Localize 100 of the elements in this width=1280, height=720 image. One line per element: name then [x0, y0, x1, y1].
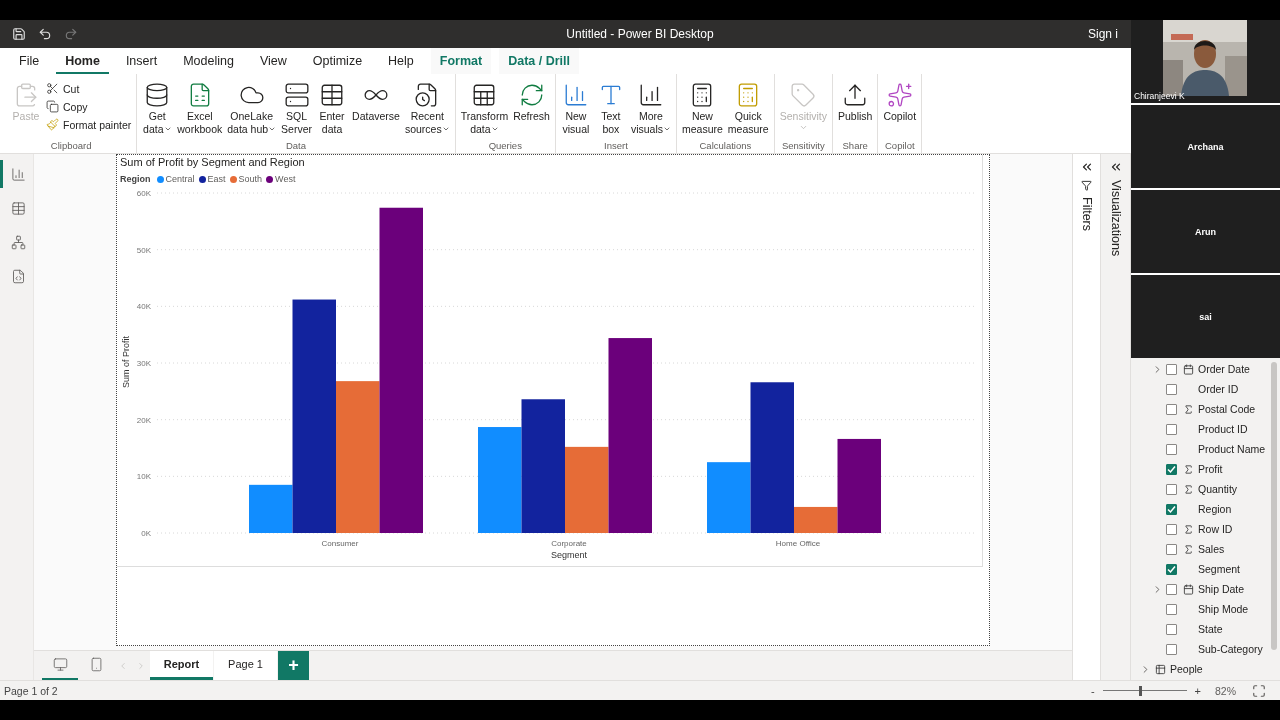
- page-tab[interactable]: Report: [150, 651, 213, 680]
- zoom-out-button[interactable]: -: [1088, 684, 1097, 697]
- chevron-right-icon: [136, 660, 146, 671]
- caret-icon: [268, 125, 277, 133]
- ribbon-button[interactable]: SQL Server: [279, 78, 315, 138]
- category-label: Home Office: [775, 539, 821, 548]
- menu-tab[interactable]: Modeling: [174, 48, 243, 74]
- window-title: Untitled - Power BI Desktop: [566, 27, 714, 41]
- ribbon-button[interactable]: Recent sources: [402, 78, 452, 138]
- ribbon-button[interactable]: Publish: [836, 78, 875, 125]
- paintbrush-icon: [46, 118, 59, 131]
- menu-tab[interactable]: View: [250, 48, 296, 74]
- sigma-icon: [1183, 543, 1194, 555]
- menu-tab[interactable]: Format: [430, 48, 492, 74]
- server-icon: [283, 82, 310, 108]
- ribbon-button[interactable]: Quick measure: [725, 78, 771, 138]
- redo-icon[interactable]: [64, 27, 78, 41]
- axis-tick-label: 10K: [136, 472, 151, 482]
- filter-icon: [1081, 180, 1092, 191]
- menu-tab[interactable]: Insert: [116, 48, 167, 74]
- table-item[interactable]: People: [1131, 659, 1280, 679]
- fit-page-icon[interactable]: [1252, 683, 1266, 698]
- ribbon-button[interactable]: Text box: [593, 78, 628, 138]
- monitor-icon: [52, 657, 68, 672]
- field-item[interactable]: Sales: [1131, 539, 1280, 559]
- axis-tick-label: 30K: [136, 359, 151, 368]
- ribbon-button[interactable]: Copilot: [881, 78, 919, 125]
- scrollbar[interactable]: [1271, 362, 1277, 650]
- group-label: Insert: [603, 140, 629, 153]
- ribbon-button[interactable]: Copy: [44, 98, 134, 115]
- legend-label: Central: [165, 174, 195, 184]
- sign-in-link[interactable]: Sign i: [1087, 27, 1118, 41]
- checkbox[interactable]: [1166, 623, 1177, 635]
- checkbox[interactable]: [1166, 503, 1177, 515]
- field-item[interactable]: Ship Mode: [1131, 599, 1280, 619]
- axis-title: Segment: [551, 550, 587, 560]
- legend-label: East: [207, 174, 226, 184]
- page-tab[interactable]: Page 1: [214, 651, 277, 680]
- zoom-in-button[interactable]: +: [1192, 684, 1203, 697]
- group-label: Copilot: [884, 140, 916, 153]
- ribbon-button[interactable]: Excel workbook: [175, 78, 225, 138]
- ribbon-button[interactable]: Refresh: [511, 78, 552, 125]
- phone-icon: [88, 657, 104, 672]
- ribbon-button[interactable]: Transform data: [458, 78, 511, 138]
- checkbox[interactable]: [1166, 443, 1177, 455]
- menu-tab[interactable]: Optimize: [303, 48, 372, 74]
- field-item[interactable]: Product ID: [1131, 419, 1280, 439]
- menu-tab[interactable]: Data / Drill: [499, 48, 579, 74]
- tag-icon: [790, 82, 817, 108]
- ribbon-button[interactable]: Enter data: [315, 78, 350, 138]
- table-icon: [1155, 663, 1166, 675]
- chevron-left-icon: [118, 660, 128, 671]
- field-item[interactable]: Region: [1131, 499, 1280, 519]
- checkbox[interactable]: [1166, 523, 1177, 535]
- field-item[interactable]: Ship Date: [1131, 579, 1280, 599]
- checkbox[interactable]: [1166, 643, 1177, 655]
- group-label: Data: [284, 140, 307, 153]
- ribbon-button[interactable]: Get data: [140, 78, 175, 138]
- add-page-button[interactable]: +: [278, 651, 309, 680]
- ribbon-button[interactable]: Dataverse: [350, 78, 402, 125]
- ribbon-button[interactable]: New measure: [680, 78, 725, 138]
- group-label: Share: [841, 140, 869, 153]
- checkbox[interactable]: [1166, 543, 1177, 555]
- checkbox[interactable]: [1166, 463, 1177, 475]
- menu-tab[interactable]: File: [10, 48, 49, 74]
- ribbon-button[interactable]: Cut: [44, 80, 134, 97]
- copy-icon: [46, 100, 59, 113]
- ribbon-button[interactable]: Format painter: [44, 116, 134, 133]
- ribbon-button[interactable]: More visuals: [628, 78, 673, 138]
- checkbox[interactable]: [1166, 383, 1177, 395]
- save-icon[interactable]: [12, 27, 26, 41]
- ribbon-button[interactable]: New visual: [558, 78, 593, 138]
- checkbox[interactable]: [1166, 423, 1177, 435]
- field-item[interactable]: Order ID: [1131, 379, 1280, 399]
- field-item[interactable]: Row ID: [1131, 519, 1280, 539]
- checkbox[interactable]: [1166, 483, 1177, 495]
- checkbox[interactable]: [1166, 583, 1177, 595]
- checkbox[interactable]: [1166, 563, 1177, 575]
- field-item[interactable]: Quantity: [1131, 479, 1280, 499]
- legend-label: West: [275, 174, 296, 184]
- caret-icon: [490, 125, 499, 133]
- slider-thumb[interactable]: [1138, 685, 1142, 696]
- legend-title: Region: [120, 174, 151, 184]
- menu-tab[interactable]: Help: [379, 48, 423, 74]
- checkbox[interactable]: [1166, 403, 1177, 415]
- axis-title: Sum of Profit: [121, 336, 131, 388]
- field-item[interactable]: Sub-Category: [1131, 639, 1280, 659]
- field-item[interactable]: Order Date: [1131, 359, 1280, 379]
- field-item[interactable]: Product Name: [1131, 439, 1280, 459]
- checkbox[interactable]: [1166, 603, 1177, 615]
- field-item[interactable]: Profit: [1131, 459, 1280, 479]
- undo-icon[interactable]: [38, 27, 52, 41]
- ribbon-button[interactable]: OneLake data hub: [225, 78, 279, 138]
- filters-pane-label[interactable]: Filters: [1079, 197, 1094, 232]
- visualizations-pane-label[interactable]: Visualizations: [1108, 180, 1123, 257]
- checkbox[interactable]: [1166, 363, 1177, 375]
- field-item[interactable]: State: [1131, 619, 1280, 639]
- field-item[interactable]: Segment: [1131, 559, 1280, 579]
- group-label: Clipboard: [49, 140, 93, 153]
- field-item[interactable]: Postal Code: [1131, 399, 1280, 419]
